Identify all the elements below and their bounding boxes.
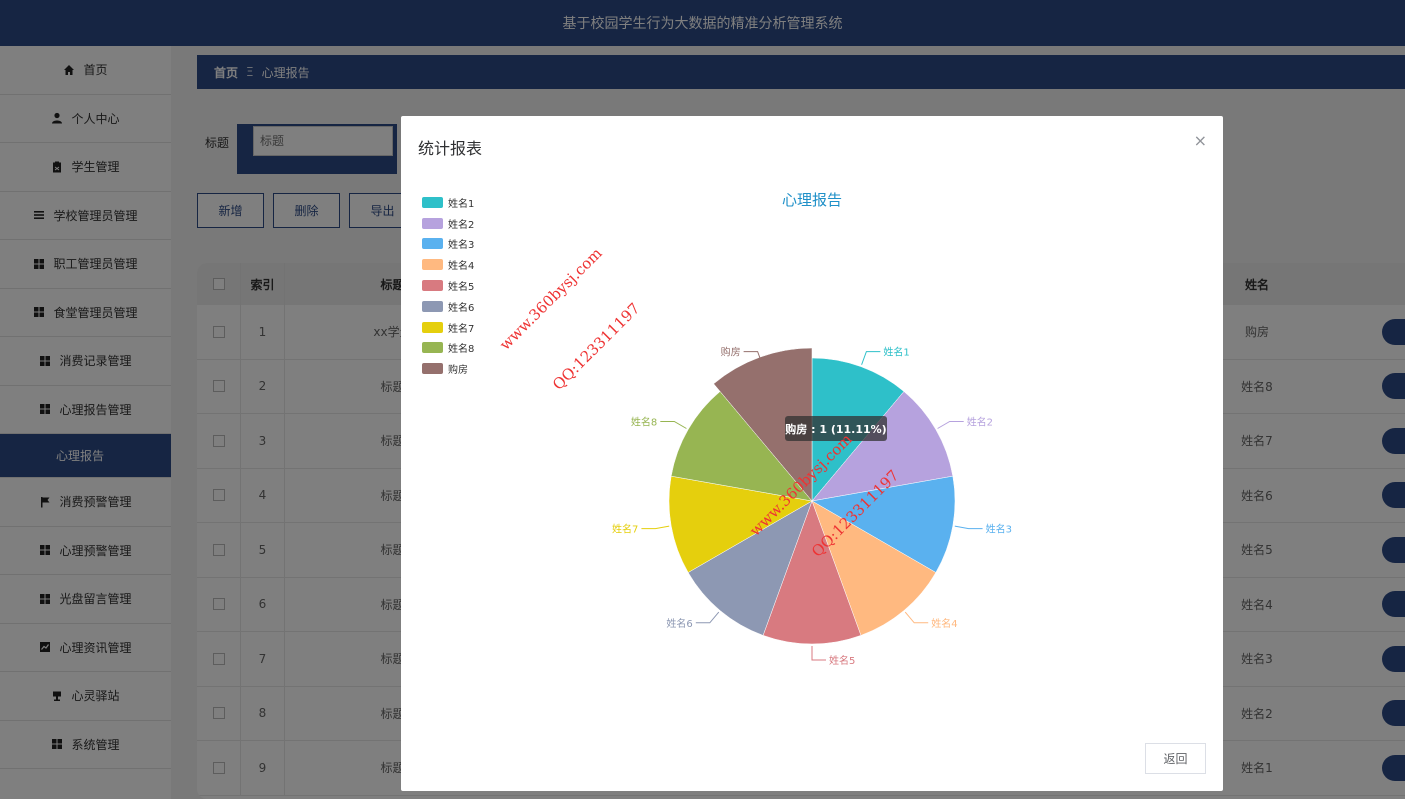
pie-slice-label: 姓名3 (986, 523, 1012, 536)
pie-label-line (811, 646, 826, 661)
pie-label-line (695, 611, 720, 624)
stats-report-dialog: 统计报表 × 心理报告 姓名1 姓名2 姓名3 姓名4 姓名5 姓名6 姓名7 姓名8 购房 姓… (401, 116, 1223, 791)
pie-chart: 姓名1 姓名2 姓名3 姓名4 姓名5 姓名6 姓名7 姓名8 购房购房 : 1 (11.11%… (612, 346, 1012, 667)
pie-slice-label: 姓名2 (967, 416, 993, 429)
pie-slice-label: 姓名1 (883, 346, 909, 359)
pie-slice-label: 姓名6 (666, 617, 692, 630)
pie-slice-label: 姓名5 (829, 654, 855, 667)
tooltip-text: 购房 : 1 (11.11%) (785, 422, 886, 436)
pie-label-line (660, 421, 687, 429)
pie-slice-label: 姓名8 (631, 416, 657, 429)
pie-label-line (904, 611, 929, 624)
pie-slice-label: 姓名4 (931, 617, 957, 630)
pie-slice-label: 购房 (721, 346, 741, 359)
pie-label-line (861, 351, 881, 365)
pie-label-line (937, 421, 964, 429)
pie-label-line (954, 525, 983, 530)
pie-slice-label: 姓名7 (612, 523, 638, 536)
back-button[interactable]: 返回 (1145, 743, 1206, 774)
pie-label-line (641, 525, 670, 530)
